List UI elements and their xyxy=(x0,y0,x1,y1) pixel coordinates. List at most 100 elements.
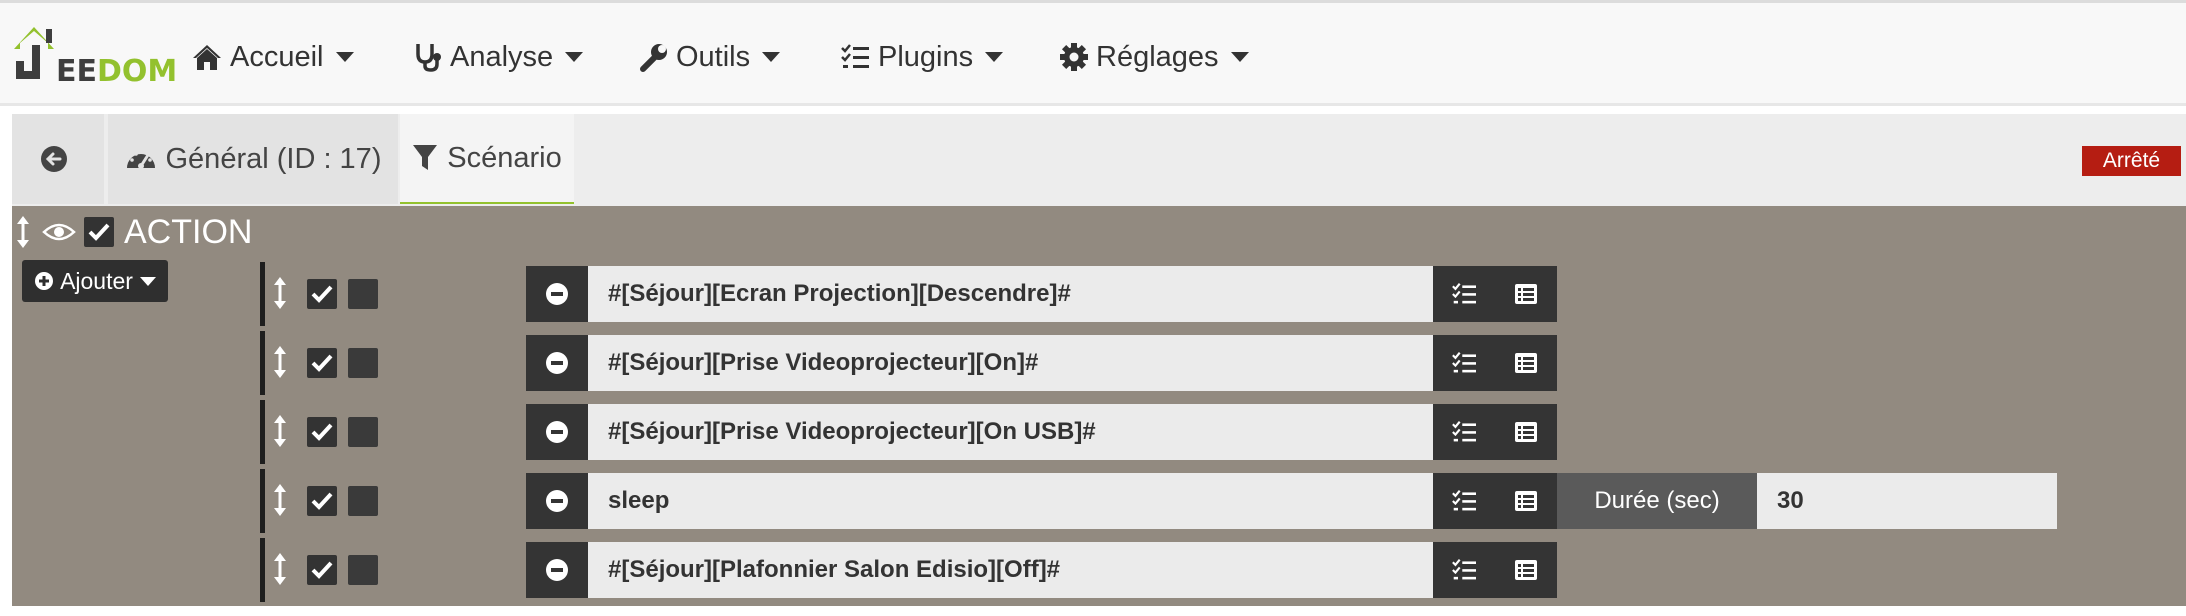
command-input[interactable]: sleep xyxy=(588,473,1433,529)
chevron-down-icon xyxy=(335,52,354,62)
action-background-checkbox[interactable] xyxy=(348,486,378,516)
tab-scenario[interactable]: Scénario xyxy=(400,114,574,204)
move-vertical-icon[interactable] xyxy=(273,414,287,448)
status-badge: Arrêté xyxy=(2082,146,2181,176)
list-alt-icon xyxy=(1515,422,1537,442)
action-row: #[Séjour][Prise Videoprojecteur][On]# xyxy=(260,331,2180,395)
top-navbar: EEDOM Accueil Analyse Outils Plugins Rég… xyxy=(0,0,2186,106)
duration-label: Durée (sec) xyxy=(1557,473,1757,529)
nav-analyse-label: Analyse xyxy=(450,40,554,73)
tasks-icon xyxy=(1452,421,1476,442)
minus-circle-icon xyxy=(546,559,568,581)
nav-accueil-label: Accueil xyxy=(230,40,324,73)
tachometer-icon xyxy=(126,150,155,169)
row-divider xyxy=(260,469,265,533)
nav-plugins[interactable]: Plugins xyxy=(840,37,1004,77)
wrench-icon xyxy=(640,44,667,72)
move-vertical-icon[interactable] xyxy=(273,345,287,379)
remove-action-button[interactable] xyxy=(526,335,588,391)
remove-action-button[interactable] xyxy=(526,404,588,460)
action-enable-checkbox[interactable] xyxy=(307,486,337,516)
action-enable-checkbox[interactable] xyxy=(307,555,337,585)
remove-action-button[interactable] xyxy=(526,542,588,598)
home-icon xyxy=(193,45,221,70)
stethoscope-icon xyxy=(416,44,441,72)
remove-action-button[interactable] xyxy=(526,266,588,322)
block-header: ACTION xyxy=(16,210,252,254)
list-alt-icon xyxy=(1515,491,1537,511)
tasks-icon xyxy=(1452,352,1476,373)
command-input[interactable]: #[Séjour][Ecran Projection][Descendre]# xyxy=(588,266,1433,322)
command-input[interactable]: #[Séjour][Prise Videoprojecteur][On]# xyxy=(588,335,1433,391)
select-action-button[interactable] xyxy=(1433,335,1495,391)
duration-input[interactable]: 30 xyxy=(1757,473,2057,529)
remove-action-button[interactable] xyxy=(526,473,588,529)
list-alt-icon xyxy=(1515,560,1537,580)
tasks-icon xyxy=(1452,490,1476,511)
row-divider xyxy=(260,538,265,602)
back-button[interactable] xyxy=(12,114,104,204)
action-background-checkbox[interactable] xyxy=(348,417,378,447)
chevron-down-icon xyxy=(762,52,781,62)
select-command-button[interactable] xyxy=(1495,404,1557,460)
select-action-button[interactable] xyxy=(1433,404,1495,460)
minus-circle-icon xyxy=(546,352,568,374)
check-icon xyxy=(311,561,333,579)
tab-scenario-label: Scénario xyxy=(447,141,562,174)
command-input[interactable]: #[Séjour][Prise Videoprojecteur][On USB]… xyxy=(588,404,1433,460)
action-background-checkbox[interactable] xyxy=(348,555,378,585)
plus-circle-icon xyxy=(35,272,54,290)
select-action-button[interactable] xyxy=(1433,473,1495,529)
tab-general[interactable]: Général (ID : 17) xyxy=(108,114,398,204)
action-row: #[Séjour][Plafonnier Salon Edisio][Off]# xyxy=(260,538,2180,602)
select-command-button[interactable] xyxy=(1495,335,1557,391)
add-button-label: Ajouter xyxy=(60,267,133,294)
action-row: #[Séjour][Ecran Projection][Descendre]# xyxy=(260,262,2180,326)
move-vertical-icon[interactable] xyxy=(273,483,287,517)
row-divider xyxy=(260,400,265,464)
check-icon xyxy=(311,354,333,372)
chevron-down-icon xyxy=(139,276,156,286)
row-divider xyxy=(260,262,265,326)
select-command-button[interactable] xyxy=(1495,266,1557,322)
list-alt-icon xyxy=(1515,284,1537,304)
tasks-icon xyxy=(1452,283,1476,304)
nav-outils[interactable]: Outils xyxy=(640,37,781,77)
nav-outils-label: Outils xyxy=(676,40,751,73)
command-input[interactable]: #[Séjour][Plafonnier Salon Edisio][Off]# xyxy=(588,542,1433,598)
add-button[interactable]: Ajouter xyxy=(22,260,168,302)
eye-icon[interactable] xyxy=(42,220,76,244)
select-command-button[interactable] xyxy=(1495,473,1557,529)
jeedom-logo[interactable]: EEDOM xyxy=(12,21,177,89)
nav-analyse[interactable]: Analyse xyxy=(414,37,584,77)
block-enable-checkbox[interactable] xyxy=(84,217,114,247)
minus-circle-icon xyxy=(546,283,568,305)
move-vertical-icon[interactable] xyxy=(273,552,287,586)
select-command-button[interactable] xyxy=(1495,542,1557,598)
check-icon xyxy=(311,492,333,510)
minus-circle-icon xyxy=(546,490,568,512)
block-title: ACTION xyxy=(124,212,253,251)
move-vertical-icon[interactable] xyxy=(16,215,30,249)
select-action-button[interactable] xyxy=(1433,542,1495,598)
chevron-down-icon xyxy=(1230,52,1249,62)
action-enable-checkbox[interactable] xyxy=(307,279,337,309)
nav-accueil[interactable]: Accueil xyxy=(192,37,354,77)
logo-text-ee: EE xyxy=(56,54,97,89)
tasks-icon xyxy=(841,44,869,68)
nav-reglages[interactable]: Réglages xyxy=(1060,37,1249,77)
nav-plugins-label: Plugins xyxy=(878,40,974,73)
move-vertical-icon[interactable] xyxy=(273,276,287,310)
action-background-checkbox[interactable] xyxy=(348,279,378,309)
list-alt-icon xyxy=(1515,353,1537,373)
action-background-checkbox[interactable] xyxy=(348,348,378,378)
select-action-button[interactable] xyxy=(1433,266,1495,322)
minus-circle-icon xyxy=(546,421,568,443)
action-enable-checkbox[interactable] xyxy=(307,348,337,378)
action-enable-checkbox[interactable] xyxy=(307,417,337,447)
chevron-down-icon xyxy=(985,52,1004,62)
tasks-icon xyxy=(1452,559,1476,580)
action-row: sleep Durée (sec) 30 xyxy=(260,469,2180,533)
logo-text: EEDOM xyxy=(56,54,177,89)
check-icon xyxy=(311,423,333,441)
